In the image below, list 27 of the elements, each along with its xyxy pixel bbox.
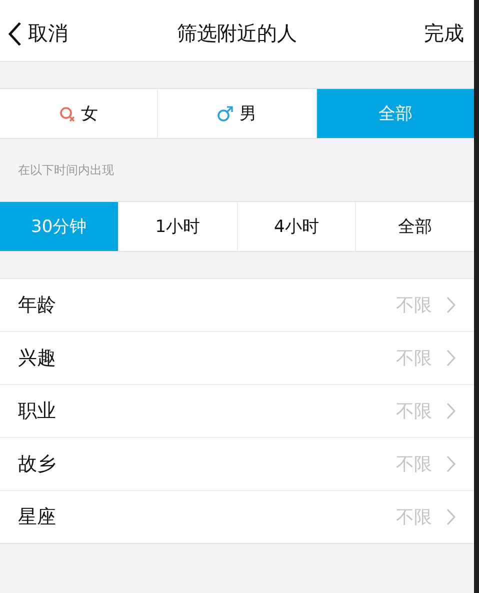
filter-label: 兴趣 <box>18 346 57 371</box>
chevron-icon <box>446 402 456 420</box>
done-button[interactable]: 完成 <box>424 20 464 47</box>
chevron-icon <box>446 349 456 367</box>
page-title: 筛选附近的人 <box>177 20 297 47</box>
filter-value: 不限 <box>396 400 432 423</box>
back-icon <box>8 20 22 46</box>
filter-label: 年龄 <box>18 293 57 318</box>
filter-value: 不限 <box>396 506 432 529</box>
filter-row[interactable]: 星座 不限 <box>0 490 474 543</box>
filter-row[interactable]: 年龄 不限 <box>0 279 474 331</box>
filter-label: 职业 <box>18 399 57 424</box>
cancel-button[interactable]: 取消 <box>8 20 68 47</box>
filter-row[interactable]: 兴趣 不限 <box>0 331 474 384</box>
filter-label: 星座 <box>18 505 57 530</box>
time-caption: 在以下时间内出现 <box>18 162 114 178</box>
chevron-icon <box>446 508 456 526</box>
male-icon <box>217 106 234 122</box>
chevron-icon <box>446 296 456 314</box>
chevron-icon <box>446 455 456 473</box>
filter-value: 不限 <box>396 347 432 370</box>
filter-label: 故乡 <box>18 452 57 477</box>
filter-value: 不限 <box>396 453 432 476</box>
filter-row[interactable]: 职业 不限 <box>0 384 474 437</box>
filter-value: 不限 <box>396 294 432 317</box>
filter-row[interactable]: 故乡 不限 <box>0 437 474 490</box>
female-icon <box>59 106 76 122</box>
